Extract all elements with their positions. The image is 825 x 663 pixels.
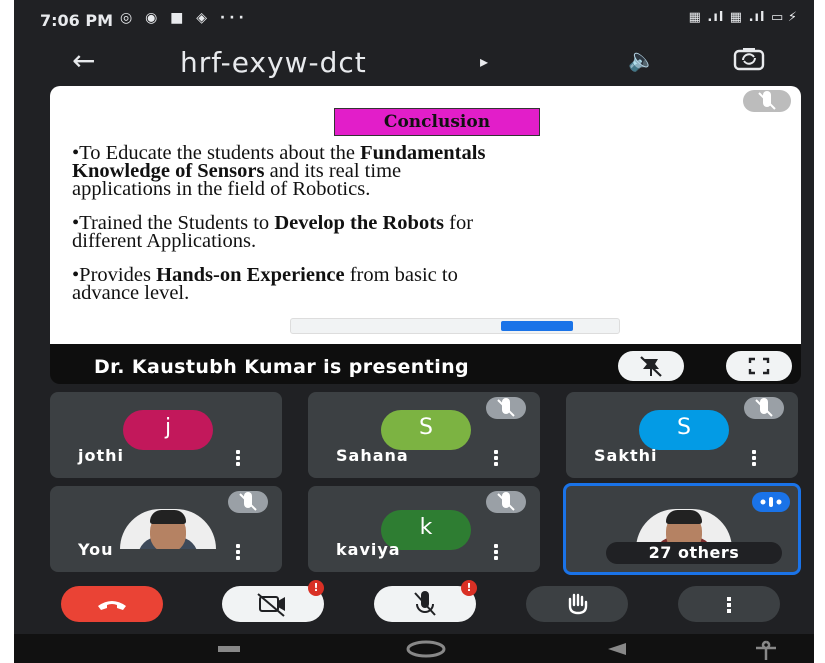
more-options-icon[interactable] <box>494 544 498 562</box>
fullscreen-icon <box>748 357 770 375</box>
back-nav-icon <box>608 643 626 655</box>
presenter-label: Dr. Kaustubh Kumar is presenting <box>94 356 470 378</box>
more-options-button[interactable] <box>678 586 780 622</box>
mic-off-icon <box>414 591 436 616</box>
avatar: S <box>381 410 471 450</box>
avatar: j <box>123 410 213 450</box>
mic-toggle-button[interactable] <box>374 586 476 622</box>
participant-tile-sakthi[interactable]: S Sakthi <box>566 392 798 478</box>
phone-hangup-icon <box>98 601 126 610</box>
participant-tile-sahana[interactable]: S Sahana <box>308 392 540 478</box>
profile-photo <box>120 509 216 549</box>
participant-tile-kaviya[interactable]: k kaviya <box>308 486 540 572</box>
muted-mic-icon <box>744 397 784 419</box>
speaker-icon[interactable]: 🔈 <box>628 48 655 73</box>
mic-alert-badge: ! <box>461 580 477 596</box>
slide-title: Conclusion <box>334 108 540 136</box>
more-options-icon[interactable] <box>236 450 240 468</box>
speaking-indicator-icon <box>752 492 790 512</box>
more-options-icon[interactable] <box>494 450 498 468</box>
recents-icon <box>218 646 240 652</box>
muted-mic-icon <box>486 397 526 419</box>
back-arrow-icon[interactable]: ← <box>72 44 95 77</box>
accessibility-icon <box>756 640 776 660</box>
avatar: S <box>639 410 729 450</box>
home-icon <box>406 640 446 658</box>
participant-tile-you[interactable]: You <box>50 486 282 572</box>
meeting-header: ← hrf-exyw-dct ▸ 🔈 <box>14 38 814 86</box>
end-call-button[interactable] <box>61 586 163 622</box>
unpin-button[interactable] <box>618 351 684 381</box>
switch-camera-icon[interactable] <box>732 46 766 72</box>
camera-alert-badge: ! <box>308 580 324 596</box>
notification-icons: ◎ ◉ ■ ◈ ··· <box>120 10 248 26</box>
participant-tile-jothi[interactable]: j jothi <box>50 392 282 478</box>
muted-mic-icon <box>228 491 268 513</box>
participant-name: Sahana <box>336 446 409 465</box>
more-options-icon[interactable] <box>752 450 756 468</box>
phone-screen: 7:06 PM ◎ ◉ ■ ◈ ··· ▦ .ıl ▦ .ıl ▭ ⚡ ← hr… <box>14 0 814 663</box>
muted-mic-icon <box>486 491 526 513</box>
raise-hand-button[interactable] <box>526 586 628 622</box>
participant-tile-others[interactable]: 27 others <box>563 483 801 575</box>
meeting-code[interactable]: hrf-exyw-dct <box>180 46 367 79</box>
slide-line: different Applications. <box>72 230 257 252</box>
status-time: 7:06 PM <box>40 11 114 30</box>
presentation-area: Conclusion •To Educate the students abou… <box>50 86 801 384</box>
vertical-dots-icon <box>727 597 731 613</box>
others-count: 27 others <box>606 542 782 564</box>
pin-icon <box>640 356 662 377</box>
raise-hand-icon <box>568 593 588 615</box>
slide-line: advance level. <box>72 282 190 304</box>
fullscreen-button[interactable] <box>726 351 792 381</box>
participant-name: jothi <box>78 446 124 465</box>
more-options-icon[interactable] <box>236 544 240 562</box>
slide-line: applications in the field of Robotics. <box>72 178 371 200</box>
stop-sharing-button[interactable] <box>501 321 573 331</box>
participant-name: kaviya <box>336 540 401 559</box>
participant-name: You <box>78 540 114 559</box>
participant-name: Sakthi <box>594 446 658 465</box>
shared-slide: Conclusion •To Educate the students abou… <box>50 86 801 344</box>
presenter-muted-icon <box>743 90 791 112</box>
android-nav-bar <box>14 634 814 663</box>
signal-battery-icons: ▦ .ıl ▦ .ıl ▭ ⚡ <box>688 10 798 25</box>
status-bar: 7:06 PM ◎ ◉ ■ ◈ ··· ▦ .ıl ▦ .ıl ▭ ⚡ <box>14 0 814 34</box>
slide-body: •To Educate the students about the Funda… <box>72 143 801 318</box>
caret-right-icon[interactable]: ▸ <box>480 52 488 71</box>
screen-share-bar <box>290 318 620 334</box>
